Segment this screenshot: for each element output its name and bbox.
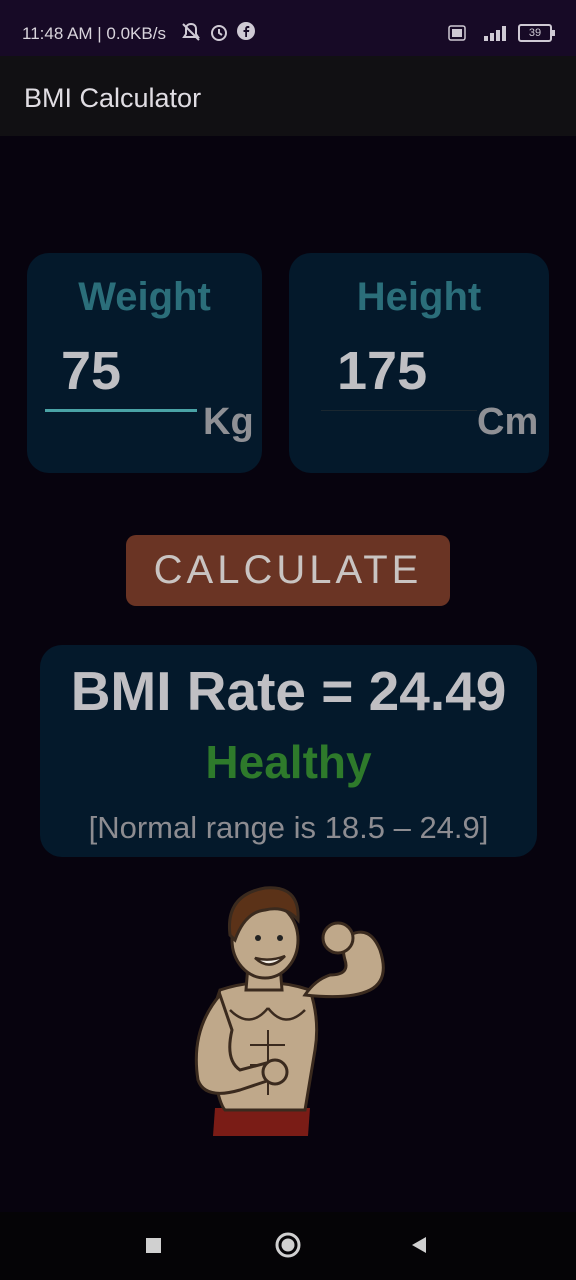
status-time: 11:48 AM | 0.0KB/s <box>22 24 166 43</box>
back-icon[interactable] <box>408 1234 430 1261</box>
height-input[interactable] <box>337 341 487 401</box>
weight-label: Weight <box>78 275 211 319</box>
mute-icon <box>180 21 202 43</box>
calculate-button[interactable]: CALCULATE <box>126 535 450 606</box>
home-icon[interactable] <box>274 1231 302 1264</box>
weight-input-underline <box>45 409 197 412</box>
bmi-rate-text: BMI Rate = 24.49 <box>70 660 507 722</box>
weight-input[interactable] <box>61 341 201 401</box>
status-bar: 11:48 AM | 0.0KB/s 39 <box>0 0 576 56</box>
volte-icon <box>448 25 466 41</box>
battery-icon: 39 <box>518 24 555 42</box>
navigation-bar <box>0 1212 576 1280</box>
muscular-man-illustration <box>180 880 400 1140</box>
height-input-underline <box>321 410 477 411</box>
app-bar: BMI Calculator <box>0 56 576 136</box>
facebook-icon <box>236 21 256 43</box>
bmi-status: Healthy <box>205 736 372 788</box>
signal-icon <box>474 24 510 42</box>
height-unit: Cm <box>477 401 539 443</box>
app-title: BMI Calculator <box>24 83 202 113</box>
height-label: Height <box>356 275 482 319</box>
bmi-range-text: [Normal range is 18.5 – 24.9] <box>88 810 489 845</box>
weight-unit: Kg <box>203 401 254 443</box>
result-card: BMI Rate = 24.49 Healthy [Normal range i… <box>40 645 537 857</box>
height-card: Height Cm <box>289 253 549 473</box>
recents-icon[interactable] <box>143 1234 165 1261</box>
weight-card: Weight Kg <box>27 253 262 473</box>
status-icons-right: 39 <box>448 24 555 42</box>
alarm-icon <box>208 21 230 43</box>
status-icons-left <box>180 21 256 43</box>
